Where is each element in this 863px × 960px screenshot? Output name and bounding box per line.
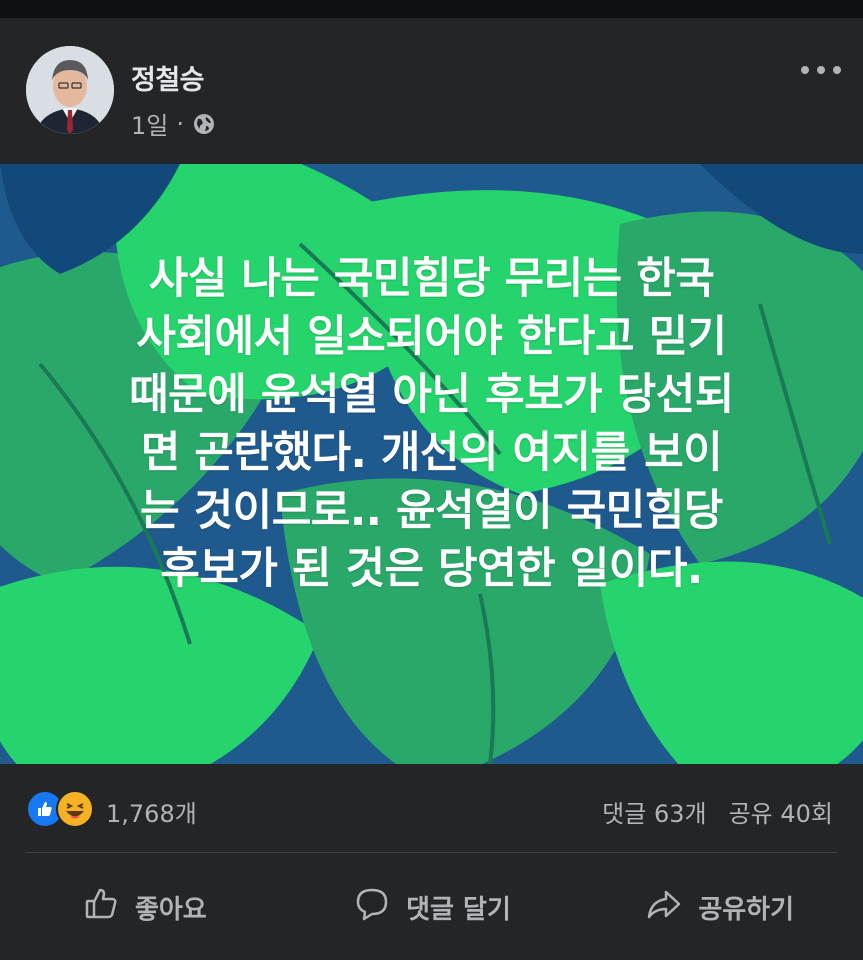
comment-label: 댓글 달기 — [406, 894, 511, 925]
post-text-line: 때문에 윤석열 아닌 후보가 당선되 — [129, 370, 734, 420]
comment-icon — [352, 884, 392, 931]
top-strip — [0, 0, 863, 18]
avatar[interactable] — [26, 46, 114, 134]
divider — [26, 852, 837, 853]
globe-icon — [192, 112, 216, 136]
post-card: 정철승 1일 · 사실 나는 국민힘당 무리는 한국 사회에서 일소되어야 한다… — [0, 18, 863, 960]
share-label: 공유하기 — [698, 894, 795, 925]
reaction-icons[interactable] — [26, 790, 98, 828]
post-stats: 1,768개 댓글 63개 공유 40회 — [0, 764, 863, 850]
comment-button[interactable]: 댓글 달기 — [288, 854, 576, 960]
post-text-line: 사회에서 일소되어야 한다고 믿기 — [136, 312, 727, 362]
more-options-icon[interactable] — [801, 58, 841, 82]
share-count[interactable]: 공유 40회 — [729, 794, 833, 829]
like-label: 좋아요 — [134, 894, 207, 925]
post-text-line: 후보가 된 것은 당연한 일이다. — [160, 544, 703, 594]
author-name[interactable]: 정철승 — [131, 58, 205, 97]
action-bar: 좋아요 댓글 달기 공유하기 — [0, 854, 863, 960]
comment-count[interactable]: 댓글 63개 — [602, 794, 706, 829]
post-background: 사실 나는 국민힘당 무리는 한국 사회에서 일소되어야 한다고 믿기 때문에 … — [0, 164, 863, 764]
haha-icon — [56, 790, 94, 828]
comment-share-stats: 댓글 63개 공유 40회 — [602, 794, 833, 829]
post-text-line: 사실 나는 국민힘당 무리는 한국 — [148, 254, 715, 304]
post-time[interactable]: 1일 — [131, 106, 168, 141]
post-text: 사실 나는 국민힘당 무리는 한국 사회에서 일소되어야 한다고 믿기 때문에 … — [40, 250, 823, 598]
post-text-line: 는 것이므로.. 윤석열이 국민힘당 — [140, 486, 723, 536]
reaction-count[interactable]: 1,768개 — [106, 794, 197, 829]
share-button[interactable]: 공유하기 — [575, 854, 863, 960]
post-text-line: 면 곤란했다. 개선의 여지를 보이 — [140, 428, 723, 478]
post-header: 정철승 1일 · — [0, 18, 863, 164]
post-meta: 1일 · — [131, 106, 216, 141]
thumbs-up-icon — [81, 884, 121, 931]
like-button[interactable]: 좋아요 — [0, 854, 288, 960]
share-icon — [644, 884, 684, 931]
meta-separator: · — [176, 109, 184, 138]
